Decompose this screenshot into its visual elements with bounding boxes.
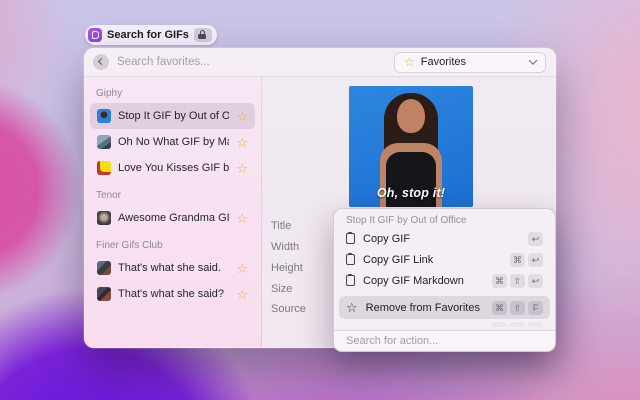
menu-item-label: Copy GIF Link: [363, 254, 433, 266]
gif-title: That's what she said.: [118, 262, 229, 274]
menu-item-label: Copy GIF Markdown: [363, 275, 464, 287]
clipped-action-row: [339, 322, 543, 327]
clipboard-icon: [346, 233, 355, 244]
back-button[interactable]: [93, 54, 109, 70]
favorite-star-icon[interactable]: ☆: [236, 262, 248, 275]
return-key: ↩: [528, 253, 543, 267]
clipboard-icon: [346, 275, 355, 286]
shift-key: ⇧: [510, 301, 525, 315]
command-key: ⌘: [510, 253, 525, 267]
menu-item-copy-gif-markdown[interactable]: Copy GIF Markdown ⌘ ⇧ ↩: [339, 270, 550, 291]
menu-item-label: Remove from Favorites: [366, 302, 480, 314]
metadata-label-size: Size: [271, 282, 292, 296]
chevron-down-icon: [529, 56, 537, 64]
command-key: ⌘: [492, 301, 507, 315]
actions-menu-header: Stop It GIF by Out of Office: [334, 209, 555, 228]
dropdown-label: Favorites: [421, 56, 466, 68]
gif-title: Stop It GIF by Out of Office: [118, 110, 229, 122]
favorite-star-icon[interactable]: ☆: [236, 212, 248, 225]
gif-thumbnail: [97, 109, 111, 123]
gif-art-face: [397, 99, 425, 133]
desktop-wallpaper: Search for GIFs ☆ Favorites Giphy Stop I…: [0, 0, 640, 400]
search-bar: ☆ Favorites: [84, 48, 556, 77]
section-header-finer-gifs-club: Finer Gifs Club: [96, 240, 249, 251]
chevron-left-icon: [98, 58, 105, 65]
results-sidebar: Giphy Stop It GIF by Out of Office ☆ Oh …: [84, 77, 262, 347]
return-key: ↩: [528, 232, 543, 246]
list-item-love-you-kisses-gif[interactable]: Love You Kisses GIF by Ted... ☆: [90, 155, 255, 181]
star-icon: ☆: [346, 301, 358, 314]
list-item-awesome-grandma-gif[interactable]: Awesome Grandma GIF ☆: [90, 205, 255, 231]
window-title: Search for GIFs: [107, 29, 189, 41]
action-search-bar: [334, 331, 555, 351]
gif-title: Oh No What GIF by Major Le...: [118, 136, 229, 148]
metadata-label-width: Width: [271, 240, 299, 254]
list-item-stop-it-gif[interactable]: Stop It GIF by Out of Office ☆: [90, 103, 255, 129]
favorite-star-icon[interactable]: ☆: [236, 162, 248, 175]
favorites-dropdown[interactable]: ☆ Favorites: [394, 52, 546, 73]
shift-key: ⇧: [510, 274, 525, 288]
gif-thumbnail: [97, 261, 111, 275]
clipboard-icon: [346, 254, 355, 265]
metadata-label-title: Title: [271, 219, 291, 233]
search-favorites-input[interactable]: [117, 56, 386, 68]
section-header-giphy: Giphy: [96, 88, 249, 99]
gif-title: Awesome Grandma GIF: [118, 212, 229, 224]
gif-thumbnail: [97, 287, 111, 301]
window-title-pill[interactable]: Search for GIFs: [85, 25, 217, 45]
menu-item-remove-from-favorites[interactable]: ☆ Remove from Favorites ⌘ ⇧ F: [339, 296, 550, 319]
metadata-label-height: Height: [271, 261, 303, 275]
menu-item-label: Copy GIF: [363, 233, 410, 245]
search-for-action-input[interactable]: [346, 335, 543, 347]
f-key: F: [528, 301, 543, 315]
gif-thumbnail: [97, 211, 111, 225]
metadata-label-source: Source: [271, 302, 306, 316]
gif-art-necklace: [402, 135, 420, 138]
menu-item-copy-gif[interactable]: Copy GIF ↩: [339, 228, 550, 249]
list-item-thats-what-she-said-period[interactable]: That's what she said. ☆: [90, 255, 255, 281]
gif-thumbnail: [97, 161, 111, 175]
gif-caption: Oh, stop it!: [349, 186, 473, 200]
list-item-oh-no-what-gif[interactable]: Oh No What GIF by Major Le... ☆: [90, 129, 255, 155]
star-icon: ☆: [404, 56, 415, 68]
menu-item-copy-gif-link[interactable]: Copy GIF Link ⌘ ↩: [339, 249, 550, 270]
gif-thumbnail: [97, 135, 111, 149]
gif-title: Love You Kisses GIF by Ted...: [118, 162, 229, 174]
list-item-thats-what-she-said-question[interactable]: That's what she said? ☆: [90, 281, 255, 307]
gif-title: That's what she said?: [118, 288, 229, 300]
command-key: ⌘: [492, 274, 507, 288]
return-key: ↩: [528, 274, 543, 288]
lock-icon: [194, 28, 212, 42]
favorite-star-icon[interactable]: ☆: [236, 110, 248, 123]
actions-menu: Stop It GIF by Out of Office Copy GIF ↩ …: [333, 208, 556, 352]
gif-preview-image: Oh, stop it!: [349, 86, 473, 207]
favorite-star-icon[interactable]: ☆: [236, 136, 248, 149]
favorite-star-icon[interactable]: ☆: [236, 288, 248, 301]
section-header-tenor: Tenor: [96, 190, 249, 201]
gif-extension-icon: [88, 28, 102, 42]
